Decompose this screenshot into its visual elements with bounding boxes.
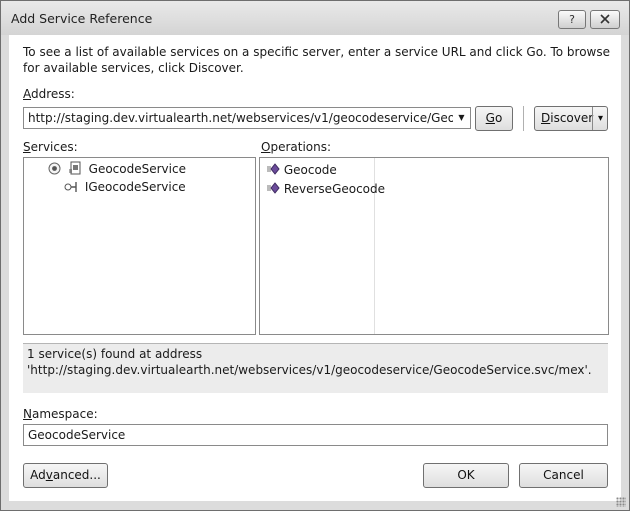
chevron-down-icon: ▼: [458, 113, 465, 122]
operations-list[interactable]: Geocode ReverseGeocode: [259, 157, 609, 335]
services-tree[interactable]: GeocodeService IGeocodeService: [23, 157, 256, 335]
address-value: http://staging.dev.virtualearth.net/webs…: [28, 111, 471, 125]
services-label: Services:: [23, 140, 78, 154]
expand-toggle-icon[interactable]: [48, 162, 61, 175]
method-icon: [267, 182, 280, 194]
cancel-button[interactable]: Cancel: [519, 463, 608, 488]
namespace-label: Namespace:: [23, 407, 98, 421]
list-item-geocode[interactable]: Geocode: [266, 161, 337, 179]
tree-item-label: IGeocodeService: [84, 180, 186, 194]
operations-label: Operations:: [261, 140, 332, 154]
namespace-input[interactable]: GeocodeService: [23, 424, 608, 446]
tree-item-igeocodeservice[interactable]: IGeocodeService: [64, 178, 186, 196]
address-dropdown-button[interactable]: ▼: [453, 108, 470, 128]
go-button[interactable]: Go: [475, 106, 513, 131]
operation-label: Geocode: [283, 163, 337, 177]
tree-item-geocodeservice[interactable]: GeocodeService: [48, 160, 186, 178]
service-icon: [68, 161, 81, 175]
resize-grip-icon[interactable]: [616, 497, 626, 507]
status-message: 1 service(s) found at address 'http://st…: [23, 343, 608, 393]
status-line-1: 1 service(s) found at address: [27, 347, 203, 361]
namespace-value: GeocodeService: [28, 428, 126, 442]
address-input[interactable]: http://staging.dev.virtualearth.net/webs…: [23, 107, 471, 129]
operation-label: ReverseGeocode: [283, 182, 386, 196]
help-button[interactable]: ?: [558, 10, 586, 29]
toolbar-separator: [523, 106, 524, 131]
status-line-2: 'http://staging.dev.virtualearth.net/web…: [27, 363, 592, 377]
dialog-title: Add Service Reference: [11, 11, 153, 26]
discover-dropdown-arrow-icon[interactable]: ▾: [592, 107, 608, 130]
list-item-reversegeocode[interactable]: ReverseGeocode: [266, 180, 385, 198]
title-bar[interactable]: Add Service Reference ?: [1, 1, 629, 35]
method-icon: [267, 163, 280, 175]
tree-item-label: GeocodeService: [88, 162, 186, 176]
intro-text: To see a list of available services on a…: [23, 45, 611, 75]
close-button[interactable]: [590, 10, 620, 29]
address-label: Address:: [23, 87, 75, 101]
add-service-reference-dialog: Add Service Reference ? To see a list of…: [0, 0, 630, 511]
close-icon: [600, 14, 610, 24]
advanced-button[interactable]: Advanced...: [23, 463, 108, 488]
discover-button[interactable]: Discover ▾: [534, 106, 608, 131]
interface-icon: [64, 182, 77, 192]
ok-button[interactable]: OK: [423, 463, 509, 488]
dialog-body: To see a list of available services on a…: [9, 35, 621, 501]
